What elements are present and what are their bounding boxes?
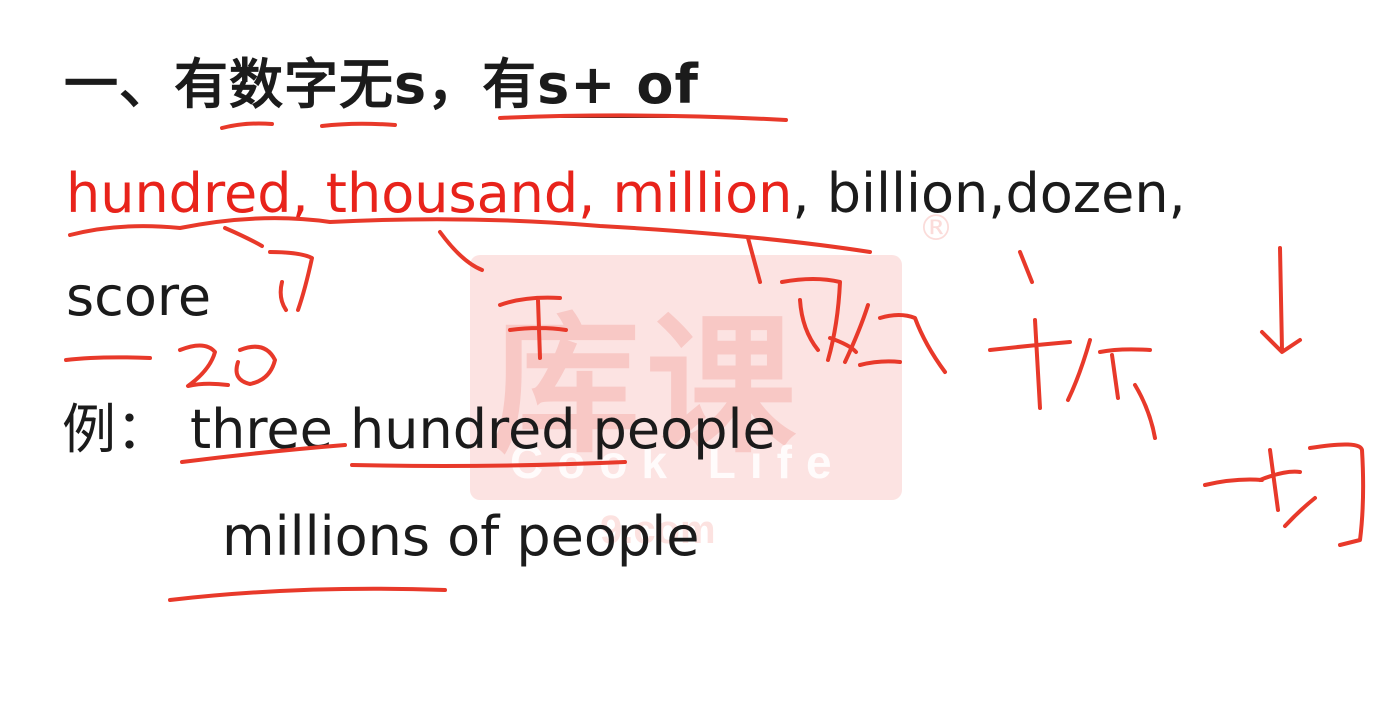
lesson-slide: 库课 Cook Life 9.com ® 一、有数字无s，有s+ of hund… bbox=[0, 0, 1395, 713]
ink-underline-score bbox=[64, 355, 152, 362]
ink-glyph-ge bbox=[1066, 338, 1157, 440]
ink-arrow-down bbox=[1260, 246, 1302, 354]
example-prefix: 例： bbox=[62, 398, 170, 461]
example-sentence-2: millions of people bbox=[222, 505, 700, 568]
ink-underline-heading-1 bbox=[220, 121, 274, 130]
example-sentence-1: three hundred people bbox=[190, 398, 776, 461]
rule-heading-s-of: s+ of bbox=[537, 53, 699, 118]
ink-glyph-20 bbox=[178, 343, 277, 388]
ink-underline-millions bbox=[168, 586, 447, 602]
rule-heading: 一、有数字无s，有s+ of bbox=[64, 40, 699, 119]
ink-underline-heading-2 bbox=[320, 121, 397, 128]
number-words-line: hundred, thousand, million, billion,doze… bbox=[66, 162, 1186, 225]
rule-heading-main: 一、有数字无s，有 bbox=[64, 53, 538, 116]
ink-glyph-yida bbox=[1203, 442, 1366, 547]
ink-tick bbox=[1018, 250, 1034, 284]
ink-glyph-shi bbox=[988, 318, 1072, 410]
example-line-1: 例： three hundred people bbox=[62, 385, 776, 464]
ink-glyph-bai bbox=[223, 226, 314, 312]
score-word: score bbox=[66, 265, 212, 328]
number-words-highlighted: hundred, thousand, million bbox=[66, 162, 793, 225]
number-words-rest: , billion,dozen, bbox=[792, 162, 1186, 225]
